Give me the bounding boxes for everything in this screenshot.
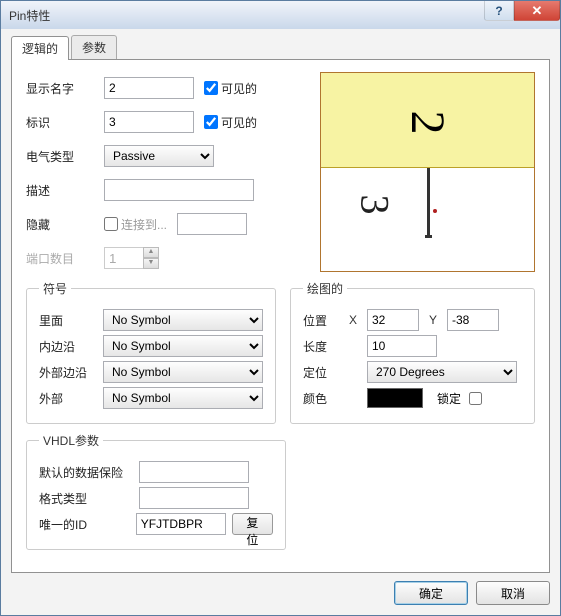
row-orientation: 定位 270 Degrees (303, 359, 522, 385)
color-label: 颜色 (303, 390, 349, 407)
graphics-group: 绘图的 位置 X Y 长度 定位 270 Degrees (290, 280, 535, 424)
preview-pin-line (427, 168, 430, 238)
inside-select[interactable]: No Symbol (103, 309, 263, 331)
color-swatch[interactable] (367, 388, 423, 408)
preview-pin-number: 3 (352, 195, 399, 215)
ok-button[interactable]: 确定 (394, 581, 468, 605)
graphics-legend: 绘图的 (303, 280, 347, 297)
tab-bar: 逻辑的 参数 (11, 37, 550, 59)
client-area: 逻辑的 参数 显示名字 可见的 标识 可见的 (1, 29, 560, 615)
upper-section: 显示名字 可见的 标识 可见的 电气类型 Passiv (26, 72, 535, 272)
title-bar[interactable]: Pin特性 ? ✕ (1, 1, 560, 29)
position-label: 位置 (303, 312, 349, 329)
vhdl-format-input[interactable] (139, 487, 249, 509)
row-vhdl-uid: 唯一的ID 复位 (39, 511, 273, 537)
outside-edge-label: 外部边沿 (39, 364, 103, 381)
outside-label: 外部 (39, 390, 103, 407)
row-vhdl-format: 格式类型 (39, 485, 273, 511)
help-button[interactable]: ? (484, 1, 514, 21)
inside-edge-label: 内边沿 (39, 338, 103, 355)
window-title: Pin特性 (9, 7, 50, 24)
tab-logical[interactable]: 逻辑的 (11, 36, 69, 60)
display-name-visible-checkbox[interactable] (204, 81, 218, 95)
display-name-input[interactable] (104, 77, 194, 99)
pin-preview: 2 3 (320, 72, 535, 272)
preview-pin-end (425, 235, 432, 238)
inside-label: 里面 (39, 312, 103, 329)
designator-visible-checkbox[interactable] (204, 115, 218, 129)
close-button[interactable]: ✕ (514, 1, 560, 21)
row-length: 长度 (303, 333, 522, 359)
titlebar-buttons: ? ✕ (484, 1, 560, 21)
y-label: Y (429, 313, 447, 327)
x-input[interactable] (367, 309, 419, 331)
vhdl-uid-input[interactable] (136, 513, 226, 535)
outside-select[interactable]: No Symbol (103, 387, 263, 409)
designator-label: 标识 (26, 114, 104, 131)
inside-edge-select[interactable]: No Symbol (103, 335, 263, 357)
lock-label: 锁定 (437, 390, 461, 407)
row-outside-edge: 外部边沿 No Symbol (39, 359, 263, 385)
row-position: 位置 X Y (303, 307, 522, 333)
row-vhdl-default: 默认的数据保险 (39, 459, 273, 485)
length-label: 长度 (303, 338, 349, 355)
row-electrical-type: 电气类型 Passive (26, 144, 306, 168)
connect-to-input[interactable] (177, 213, 247, 235)
spin-up-icon[interactable]: ▲ (143, 247, 159, 258)
dialog-buttons: 确定 取消 (11, 573, 550, 605)
row-hidden: 隐藏 连接到... (26, 212, 306, 236)
y-input[interactable] (447, 309, 499, 331)
orientation-label: 定位 (303, 364, 349, 381)
vhdl-format-label: 格式类型 (39, 490, 139, 507)
orientation-select[interactable]: 270 Degrees (367, 361, 517, 383)
connect-to-label: 连接到... (121, 216, 167, 233)
port-count-label: 端口数目 (26, 250, 104, 267)
vhdl-default-label: 默认的数据保险 (39, 464, 139, 481)
row-inside-edge: 内边沿 No Symbol (39, 333, 263, 359)
designator-input[interactable] (104, 111, 194, 133)
tab-parameters[interactable]: 参数 (71, 35, 117, 59)
port-count-input (104, 247, 144, 269)
port-count-spinner[interactable]: ▲ ▼ (104, 247, 159, 269)
row-port-count: 端口数目 ▲ ▼ (26, 246, 306, 270)
general-form: 显示名字 可见的 标识 可见的 电气类型 Passiv (26, 72, 306, 272)
row-designator: 标识 可见的 (26, 110, 306, 134)
spin-down-icon[interactable]: ▼ (143, 258, 159, 269)
cancel-button[interactable]: 取消 (476, 581, 550, 605)
vhdl-group: VHDL参数 默认的数据保险 格式类型 唯一的ID 复位 (26, 432, 286, 550)
length-input[interactable] (367, 335, 437, 357)
row-description: 描述 (26, 178, 306, 202)
hidden-checkbox[interactable] (104, 217, 118, 231)
description-input[interactable] (104, 179, 254, 201)
row-color: 颜色 锁定 (303, 385, 522, 411)
symbols-legend: 符号 (39, 280, 71, 297)
row-inside: 里面 No Symbol (39, 307, 263, 333)
display-name-visible-label: 可见的 (221, 80, 257, 97)
vhdl-uid-label: 唯一的ID (39, 516, 136, 533)
x-label: X (349, 313, 367, 327)
vhdl-legend: VHDL参数 (39, 432, 103, 449)
reset-uid-button[interactable]: 复位 (232, 513, 273, 535)
row-display-name: 显示名字 可见的 (26, 76, 306, 100)
symbols-group: 符号 里面 No Symbol 内边沿 No Symbol 外部边沿 No Sy… (26, 280, 276, 424)
mid-groups: 符号 里面 No Symbol 内边沿 No Symbol 外部边沿 No Sy… (26, 280, 535, 424)
preview-origin-dot (433, 209, 437, 213)
designator-visible-label: 可见的 (221, 114, 257, 131)
tab-body: 显示名字 可见的 标识 可见的 电气类型 Passiv (11, 59, 550, 573)
description-label: 描述 (26, 182, 104, 199)
outside-edge-select[interactable]: No Symbol (103, 361, 263, 383)
dialog-window: Pin特性 ? ✕ 逻辑的 参数 显示名字 可见的 标 (0, 0, 561, 616)
display-name-label: 显示名字 (26, 80, 104, 97)
electrical-type-label: 电气类型 (26, 148, 104, 165)
hidden-label: 隐藏 (26, 216, 104, 233)
electrical-type-select[interactable]: Passive (104, 145, 214, 167)
lock-checkbox[interactable] (469, 392, 482, 405)
row-outside: 外部 No Symbol (39, 385, 263, 411)
vhdl-default-input[interactable] (139, 461, 249, 483)
